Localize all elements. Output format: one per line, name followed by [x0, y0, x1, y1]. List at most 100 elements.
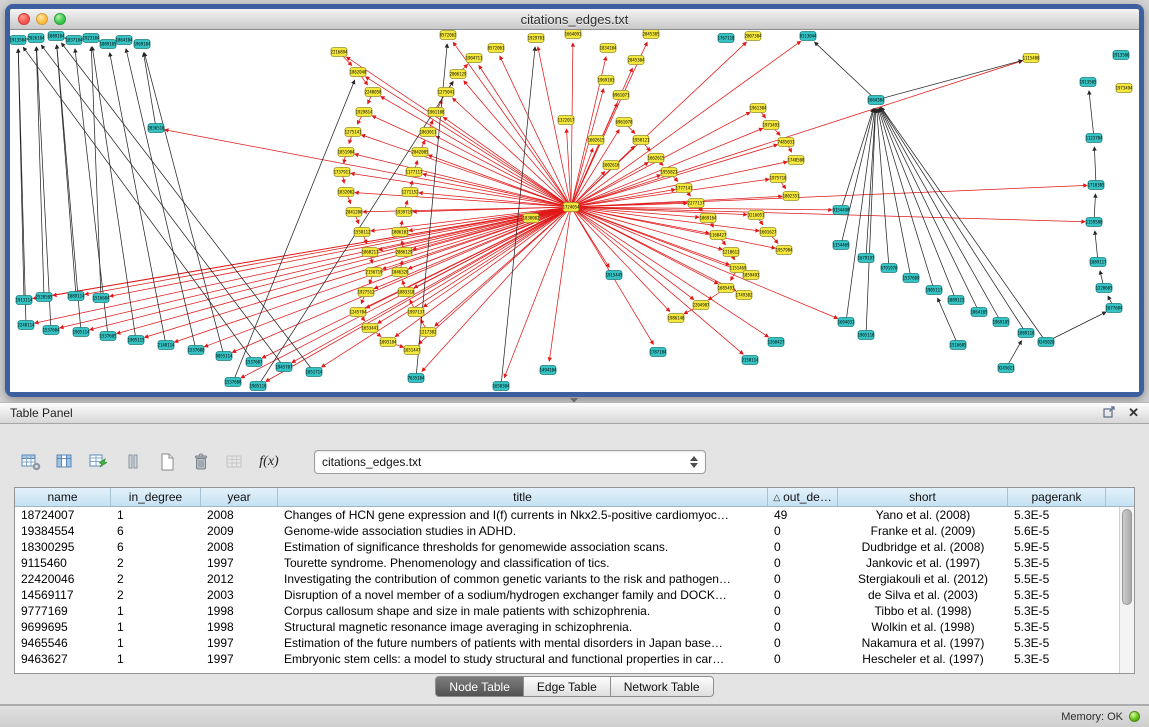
graph-node[interactable]: 1217302: [420, 328, 437, 337]
graph-node[interactable]: 1601627: [760, 228, 777, 237]
graph-node[interactable]: 1516604: [93, 294, 110, 303]
graph-node[interactable]: 1957984: [776, 246, 793, 255]
graph-node[interactable]: 1905118: [858, 331, 875, 340]
graph-node[interactable]: 7485031: [778, 138, 795, 147]
graph-node[interactable]: 2158114: [742, 356, 759, 365]
graph-node[interactable]: 2204907: [693, 301, 710, 310]
graph-node[interactable]: 9154490: [833, 206, 850, 215]
graph-node[interactable]: 2026104: [28, 34, 45, 43]
table-mode-icon[interactable]: [16, 449, 46, 475]
table-row[interactable]: 946554611997Estimation of the future num…: [15, 635, 1134, 651]
graph-node[interactable]: 1516605: [950, 341, 967, 350]
column-header-name[interactable]: name: [15, 488, 111, 506]
graph-node[interactable]: 1955821: [661, 168, 678, 177]
graph-node[interactable]: 2277137: [688, 199, 705, 208]
graph-node[interactable]: 1537609: [903, 274, 920, 283]
graph-node[interactable]: 1969104: [134, 40, 151, 49]
graph-node[interactable]: 1115480: [1023, 54, 1040, 63]
graph-node[interactable]: 1089116: [1018, 329, 1035, 338]
graph-node[interactable]: 1089114: [68, 292, 85, 301]
graph-node[interactable]: 2042005: [412, 148, 429, 157]
graph-node[interactable]: 8572062: [440, 31, 457, 40]
graph-node[interactable]: 1905114: [73, 328, 90, 337]
graph-node[interactable]: 1664384: [868, 96, 885, 105]
graph-node[interactable]: 1864104: [116, 36, 133, 45]
graph-node[interactable]: 1602616: [603, 161, 620, 170]
graph-node[interactable]: 1868211: [362, 248, 379, 257]
table-row[interactable]: 1938455462009Genome-wide association stu…: [15, 523, 1134, 539]
graph-node[interactable]: 1904711: [466, 54, 483, 63]
graph-node[interactable]: 1905116: [250, 382, 267, 391]
graph-node[interactable]: 1973493: [763, 121, 780, 130]
graph-node[interactable]: 2520505: [36, 293, 53, 302]
graph-node[interactable]: 1883310: [398, 288, 415, 297]
graph-node[interactable]: 1537608: [225, 378, 242, 387]
graph-node[interactable]: 1939719: [396, 208, 413, 217]
graph-node[interactable]: 1046320: [392, 268, 409, 277]
graph-node[interactable]: 1724054: [563, 203, 580, 212]
graph-node[interactable]: 1210612: [723, 248, 740, 257]
graph-node[interactable]: 1059493: [743, 271, 760, 280]
graph-node[interactable]: 1927512: [358, 288, 375, 297]
graph-node[interactable]: 1961304: [750, 104, 767, 113]
graph-node[interactable]: 1830002: [523, 214, 540, 223]
graph-node[interactable]: 1862040: [350, 68, 367, 77]
graph-node[interactable]: 1958121: [633, 136, 650, 145]
graph-node[interactable]: 1961108: [428, 108, 445, 117]
graph-node[interactable]: 1679197: [858, 254, 875, 263]
graph-node[interactable]: 1685493: [718, 284, 735, 293]
graph-node[interactable]: 1069164: [700, 214, 717, 223]
table-row[interactable]: 911546021997Tourette syndrome. Phenomeno…: [15, 555, 1134, 571]
graph-node[interactable]: 1969105: [993, 318, 1010, 327]
graph-node[interactable]: 1777141: [676, 184, 693, 193]
import-table-icon[interactable]: [220, 449, 250, 475]
graph-node[interactable]: 9245021: [998, 364, 1015, 373]
graph-node[interactable]: 8572061: [488, 44, 505, 53]
graph-node[interactable]: 1863011: [420, 128, 437, 137]
table-scrollbar[interactable]: [1119, 507, 1134, 673]
graph-node[interactable]: 2007304: [745, 32, 762, 41]
graph-node[interactable]: 2045305: [643, 30, 660, 39]
graph-node[interactable]: 1245704: [350, 308, 367, 317]
graph-node[interactable]: 2045304: [628, 56, 645, 65]
edit-table-icon[interactable]: [84, 449, 114, 475]
graph-node[interactable]: 2216894: [331, 48, 348, 57]
column-header-pagerank[interactable]: pagerank: [1008, 488, 1106, 506]
graph-node[interactable]: 1651447: [404, 346, 421, 355]
graph-node[interactable]: 2086129: [396, 248, 413, 257]
graph-node[interactable]: 1093184: [380, 338, 397, 347]
table-row[interactable]: 1830029562008Estimation of significance …: [15, 539, 1134, 555]
graph-node[interactable]: 1159580: [1086, 218, 1103, 227]
function-builder-icon[interactable]: f(x): [254, 449, 284, 475]
table-select[interactable]: citations_edges.txt: [314, 450, 706, 474]
graph-node[interactable]: 1710305: [1088, 181, 1105, 190]
table-scrollbar-thumb[interactable]: [1122, 509, 1132, 605]
graph-node[interactable]: 1604031: [838, 318, 855, 327]
table-row[interactable]: 2242004622012Investigating the contribut…: [15, 571, 1134, 587]
graph-node[interactable]: 1997137: [408, 308, 425, 317]
graph-node[interactable]: 2041200: [346, 208, 363, 217]
graph-node[interactable]: 1767110: [718, 34, 735, 43]
graph-node[interactable]: 1537607: [246, 358, 263, 367]
network-canvas[interactable]: 1724054221689418620402248058192981412751…: [10, 30, 1139, 392]
graph-node[interactable]: 1834104: [600, 44, 617, 53]
column-header-out_de[interactable]: △out_de…: [768, 488, 838, 506]
graph-node[interactable]: 1537606: [188, 346, 205, 355]
new-table-icon[interactable]: [152, 449, 182, 475]
graph-node[interactable]: 1913504: [10, 36, 27, 45]
graph-node[interactable]: 1602615: [588, 136, 605, 145]
graph-node[interactable]: 2036510: [148, 124, 165, 133]
graph-node[interactable]: 1677604: [1106, 304, 1123, 313]
table-row[interactable]: 1456911722003Disruption of a novel membe…: [15, 587, 1134, 603]
column-header-year[interactable]: year: [201, 488, 278, 506]
graph-node[interactable]: 1787104: [650, 348, 667, 357]
tab-network-table[interactable]: Network Table: [611, 676, 714, 697]
graph-node[interactable]: 1986140: [668, 314, 685, 323]
graph-node[interactable]: 1806103: [392, 228, 409, 237]
graph-node[interactable]: 1905115: [128, 336, 145, 345]
show-columns-icon[interactable]: [50, 449, 80, 475]
graph-node[interactable]: 1177117: [406, 168, 423, 177]
graph-node[interactable]: 1537605: [100, 332, 117, 341]
graph-node[interactable]: 2248058: [365, 88, 382, 97]
graph-node[interactable]: 1851714: [306, 368, 323, 377]
